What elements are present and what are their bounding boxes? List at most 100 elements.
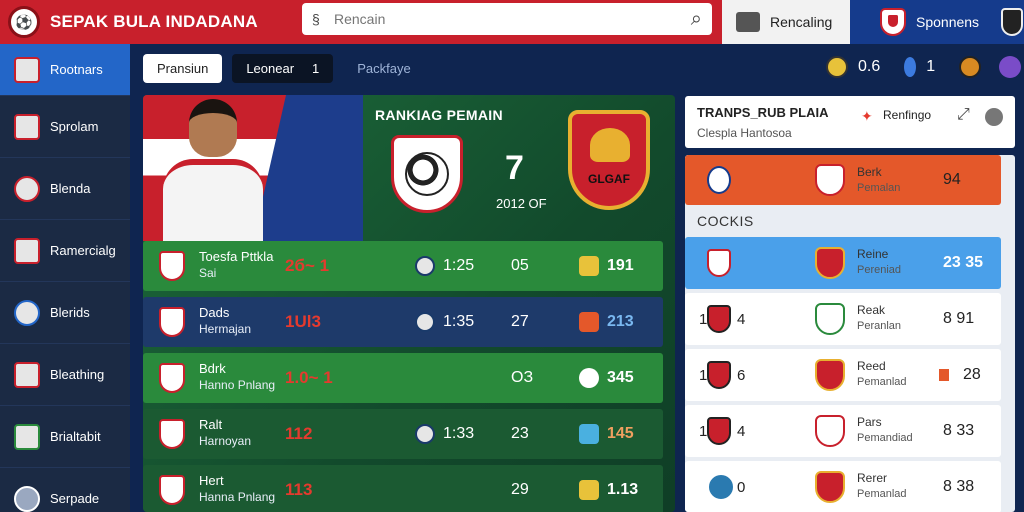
clock-icon — [415, 424, 435, 444]
match-points: 191 — [607, 257, 634, 274]
ranking-points: 23 35 — [943, 254, 984, 271]
sidebar-item-bleathing[interactable]: Bleathing — [0, 344, 130, 406]
sidebar-item-label: Serpade — [50, 491, 100, 506]
sidebar-item-ramercialg[interactable]: Ramercialg — [0, 220, 130, 282]
team-crest-icon — [159, 251, 185, 281]
ranking-row[interactable]: 1 4 Pars Pemandiad 8 33 — [685, 405, 1001, 457]
team-crest-icon — [159, 307, 185, 337]
tab-leonear-count: 1 — [312, 60, 320, 76]
search-icon[interactable]: ⌕ — [691, 8, 702, 31]
points-icon — [579, 312, 599, 332]
clock-icon — [415, 256, 435, 276]
match-team-sub: Sai — [199, 266, 217, 280]
badge-icon[interactable] — [959, 56, 982, 78]
star-icon — [579, 368, 599, 388]
match-number: 27 — [511, 313, 529, 330]
expand-icon[interactable]: ⤢ — [957, 106, 970, 124]
team-crest-icon — [707, 361, 731, 389]
brand[interactable]: ⚽ SEPAK BULA INDADANA — [8, 4, 258, 40]
ranking-row[interactable]: 1 6 Reed Pemanlad 28 — [685, 349, 1001, 401]
match-row[interactable]: Ralt Harnoyan 112 1:33 23 145 — [143, 409, 663, 459]
settings-icon[interactable] — [985, 108, 1003, 126]
ranking-name: Berk — [857, 165, 882, 179]
rp-title: TRANPS_RUB PLAIA — [697, 105, 829, 120]
sidebar-item-brialtabit[interactable]: Brialtabit — [0, 406, 130, 468]
match-row[interactable]: Dads Hermajan 1Ul3 1:35 27 213 — [143, 297, 663, 347]
ranking-sub: Pemanlad — [857, 376, 907, 388]
player-ranking-header: TRANPS_RUB PLAIA Clespla Hantosoa ✦ Renf… — [685, 96, 1015, 148]
ranking-row[interactable]: 0 Rerer Pemanlad 8 38 — [685, 461, 1001, 512]
sponsors-tab[interactable]: Sponnens — [850, 0, 1024, 44]
search-input[interactable] — [334, 11, 691, 27]
team-crest-icon — [815, 471, 845, 503]
match-time: 1:35 — [443, 313, 475, 330]
globe-icon — [14, 299, 40, 326]
shield-green-icon — [14, 423, 40, 450]
points-icon — [579, 424, 599, 444]
rp-trend-label: Renfingo — [883, 108, 932, 122]
star-icon: ✦ — [861, 108, 873, 124]
sidebar-item-serpade[interactable]: Serpade — [0, 468, 130, 512]
ranking-points: 8 38 — [943, 478, 975, 495]
medal-icon — [14, 361, 40, 388]
sidebar-item-rootnars[interactable]: Rootnars — [0, 44, 130, 96]
ranking-row[interactable]: 1 4 Reak Peranlan 8 91 — [685, 293, 1001, 345]
main-panel: RANKIAG PEMAIN 7 2012 OF GLGAF Toesfa Pt… — [143, 95, 675, 512]
ranking-tab[interactable]: Rencaling — [722, 0, 850, 44]
match-points: 1.13 — [607, 481, 639, 498]
team-crest-icon — [815, 164, 845, 196]
sidebar-item-sprolam[interactable]: Sprolam — [0, 96, 130, 158]
match-row[interactable]: Toesfa Pttkla Sai 2б~ 1 1:25 05 191 — [143, 241, 663, 291]
points-icon — [579, 480, 599, 500]
match-team-sub: Hermajan — [199, 322, 252, 336]
match-row[interactable]: Bdrk Hanno Pnlang 1.0~ 1 ОЗ 345 — [143, 353, 663, 403]
sponsors-tab-label: Sponnens — [916, 14, 980, 30]
team-crest-icon — [815, 303, 845, 335]
ranking-points: 8 91 — [943, 310, 975, 327]
sidebar-item-label: Brialtabit — [50, 429, 101, 444]
ranking-name: Reak — [857, 303, 886, 317]
flame-icon — [939, 369, 949, 381]
match-score: 113 — [285, 480, 313, 499]
sidebar-item-label: Ramercialg — [50, 243, 116, 258]
match-time: 1:33 — [443, 425, 475, 442]
ranking-sub: Pemalan — [857, 182, 901, 194]
ball-icon — [826, 56, 848, 78]
ranking-sub: Peranlan — [857, 320, 902, 332]
profile-crest-icon[interactable] — [1001, 8, 1024, 36]
sidebar-item-blerids[interactable]: Blerids — [0, 282, 130, 344]
team-crest-icon — [707, 305, 731, 333]
ranking-row[interactable]: Berk Pemalan 94 — [685, 155, 1001, 205]
sidebar-item-label: Bleathing — [50, 367, 105, 382]
sidebar-item-blenda[interactable]: Blenda — [0, 158, 130, 220]
rp-subtitle: Clespla Hantosoa — [697, 126, 792, 140]
match-number: 29 — [511, 481, 529, 498]
hero-title: RANKIAG PEMAIN — [375, 107, 503, 123]
drop-icon — [904, 57, 917, 77]
ranking-name: Rerer — [857, 471, 888, 485]
team-crest-icon — [707, 417, 731, 445]
section-title: COCKIS — [697, 213, 754, 229]
match-team-sub: Hanna Pnlang — [199, 490, 276, 504]
settings-icon[interactable] — [999, 56, 1022, 78]
match-score: 112 — [285, 424, 313, 443]
sidebar: Rootnars Sprolam Blenda Ramercialg Bleri… — [0, 44, 130, 512]
ranking-sub: Pereniad — [857, 264, 902, 276]
ranking-name: Reed — [857, 359, 886, 373]
match-points: 345 — [607, 369, 634, 386]
top-bar: ⚽ SEPAK BULA INDADANA § ⌕ Rencaling Spon… — [0, 0, 1024, 44]
match-row[interactable]: Hert Hanna Pnlang 113 29 1.13 — [143, 465, 663, 512]
stat-score: 0.6 — [858, 58, 881, 75]
ranking-row[interactable]: Reine Pereniad 23 35 — [685, 237, 1001, 289]
ranking-points: 8 33 — [943, 422, 975, 439]
content-tabs: Pransiun Leonear 1 Packfaye — [143, 53, 425, 83]
tab-packfaye[interactable]: Packfaye — [343, 54, 424, 83]
match-number: ОЗ — [511, 369, 534, 386]
tab-leonear[interactable]: Leonear 1 — [232, 53, 334, 83]
ranking-sub: Pemanlad — [857, 488, 907, 500]
search-bar[interactable]: § ⌕ — [302, 3, 712, 35]
ranking-points: 94 — [943, 171, 961, 188]
tab-pransiun[interactable]: Pransiun — [143, 53, 223, 83]
football-crest-icon — [391, 135, 463, 213]
match-number: 05 — [511, 257, 529, 274]
